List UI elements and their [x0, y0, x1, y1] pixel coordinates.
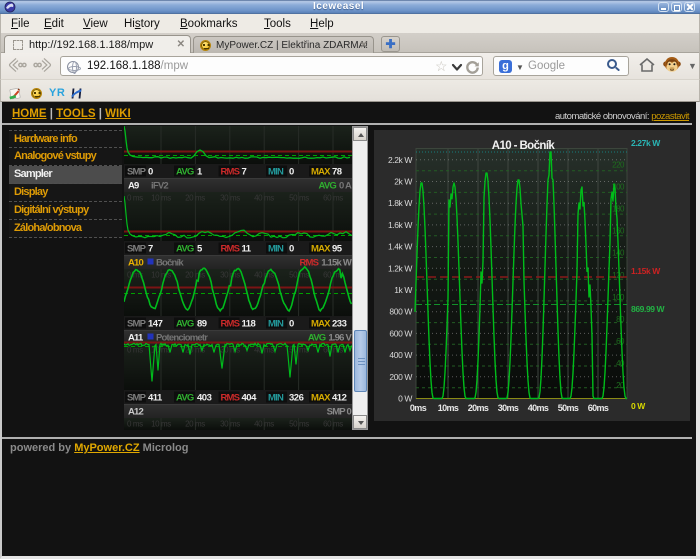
svg-text:403: 403 — [197, 393, 212, 404]
svg-text:1.15k W: 1.15k W — [631, 266, 661, 276]
svg-text:326: 326 — [289, 393, 304, 404]
svg-text:20 ms: 20 ms — [185, 271, 205, 280]
svg-text:1.6k W: 1.6k W — [388, 220, 412, 230]
svg-text:404: 404 — [242, 393, 258, 404]
svg-text:60 ms: 60 ms — [323, 346, 343, 355]
svg-text:100: 100 — [612, 293, 625, 302]
svg-text:7: 7 — [242, 167, 247, 178]
svg-text:RMS: RMS — [221, 167, 240, 178]
svg-text:11: 11 — [242, 244, 252, 255]
svg-text:1k W: 1k W — [394, 285, 412, 295]
svg-text:AVG0 A: AVG0 A — [318, 181, 351, 192]
svg-text:RMS: RMS — [221, 393, 240, 404]
svg-text:A9: A9 — [128, 181, 139, 192]
svg-text:40 ms: 40 ms — [254, 420, 274, 429]
svg-text:RMS: RMS — [221, 319, 240, 330]
svg-text:30 ms: 30 ms — [220, 194, 240, 203]
svg-text:118: 118 — [242, 319, 256, 330]
svg-text:180: 180 — [612, 205, 625, 214]
svg-text:220: 220 — [612, 161, 625, 170]
svg-text:AVG: AVG — [176, 244, 194, 255]
svg-text:10ms: 10ms — [438, 403, 459, 413]
svg-text:0ms: 0ms — [410, 403, 427, 413]
svg-text:412: 412 — [332, 393, 347, 404]
svg-text:60 ms: 60 ms — [323, 420, 343, 429]
svg-text:SMP: SMP — [127, 393, 147, 404]
svg-text:160: 160 — [612, 227, 625, 236]
svg-text:50 ms: 50 ms — [289, 194, 309, 203]
svg-text:60ms: 60ms — [588, 403, 609, 413]
svg-text:A12: A12 — [128, 407, 144, 418]
svg-text:0 ms: 0 ms — [127, 194, 143, 203]
svg-text:SMP 0: SMP 0 — [327, 407, 352, 418]
svg-text:20 ms: 20 ms — [185, 420, 205, 429]
svg-text:78: 78 — [332, 167, 342, 178]
svg-text:MIN: MIN — [268, 393, 284, 404]
svg-text:30ms: 30ms — [498, 403, 519, 413]
svg-text:AVG: AVG — [176, 319, 194, 330]
svg-text:40ms: 40ms — [528, 403, 549, 413]
svg-text:40: 40 — [616, 359, 625, 368]
svg-text:869.99 W: 869.99 W — [631, 304, 666, 314]
svg-text:40 ms: 40 ms — [254, 194, 274, 203]
svg-text:0 ms: 0 ms — [127, 420, 143, 429]
svg-text:7: 7 — [148, 244, 153, 255]
svg-text:1.4k W: 1.4k W — [388, 242, 412, 252]
svg-text:MAX: MAX — [311, 319, 331, 330]
svg-text:411: 411 — [148, 393, 163, 404]
svg-text:600 W: 600 W — [389, 328, 412, 338]
svg-text:MAX: MAX — [311, 393, 331, 404]
svg-text:20 ms: 20 ms — [185, 194, 205, 203]
svg-text:0: 0 — [289, 319, 294, 330]
svg-text:0: 0 — [289, 244, 294, 255]
svg-text:95: 95 — [332, 244, 343, 255]
svg-text:233: 233 — [332, 319, 347, 330]
svg-text:MAX: MAX — [311, 167, 331, 178]
svg-text:MIN: MIN — [268, 319, 284, 330]
svg-text:SMP: SMP — [127, 244, 147, 255]
svg-text:1.8k W: 1.8k W — [388, 198, 412, 208]
svg-text:20ms: 20ms — [468, 403, 489, 413]
svg-text:30 ms: 30 ms — [220, 271, 240, 280]
svg-text:SMP: SMP — [127, 167, 147, 178]
svg-text:10 ms: 10 ms — [151, 194, 171, 203]
svg-text:147: 147 — [148, 319, 163, 330]
svg-text:200 W: 200 W — [389, 372, 412, 382]
svg-text:60: 60 — [616, 337, 625, 346]
svg-text:0: 0 — [148, 167, 153, 178]
svg-text:Bočník: Bočník — [156, 258, 184, 269]
svg-text:AVG: AVG — [176, 393, 194, 404]
svg-text:AVG: AVG — [176, 167, 194, 178]
svg-text:RMS1.15k W: RMS1.15k W — [300, 258, 352, 269]
svg-text:2.27k W: 2.27k W — [631, 138, 661, 148]
svg-text:400 W: 400 W — [389, 350, 412, 360]
svg-text:30 ms: 30 ms — [220, 420, 240, 429]
svg-text:89: 89 — [197, 319, 207, 330]
svg-text:A10 - Bočník: A10 - Bočník — [492, 140, 556, 152]
svg-text:RMS: RMS — [221, 244, 240, 255]
svg-text:50 ms: 50 ms — [289, 420, 309, 429]
svg-text:40 ms: 40 ms — [254, 271, 274, 280]
svg-text:A10: A10 — [128, 258, 144, 269]
svg-text:0: 0 — [289, 167, 294, 178]
svg-text:10 ms: 10 ms — [151, 420, 171, 429]
svg-text:MAX: MAX — [311, 244, 331, 255]
svg-text:MIN: MIN — [268, 244, 284, 255]
svg-text:SMP: SMP — [127, 319, 147, 330]
svg-text:1.2k W: 1.2k W — [388, 263, 412, 273]
svg-text:60 ms: 60 ms — [323, 194, 343, 203]
svg-text:0 W: 0 W — [631, 401, 646, 411]
svg-text:0 W: 0 W — [398, 394, 412, 404]
svg-text:800 W: 800 W — [389, 307, 412, 317]
svg-text:2.2k W: 2.2k W — [388, 155, 412, 165]
svg-text:iFV2: iFV2 — [151, 181, 168, 192]
svg-text:MIN: MIN — [268, 167, 284, 178]
svg-text:2k W: 2k W — [394, 177, 412, 187]
svg-text:50ms: 50ms — [558, 403, 579, 413]
